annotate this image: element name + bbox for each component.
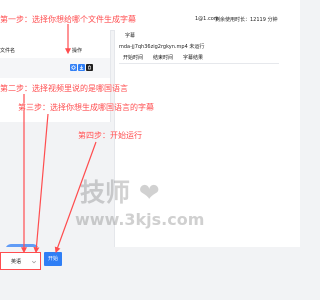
subtitle-tabs: 开始时间 结束时间 字幕结果 [119,53,279,64]
download-icon[interactable] [78,64,85,71]
watermark-url: www.3kjs.com [75,210,205,229]
action-column-header: 操作 [72,48,83,54]
gear-icon[interactable] [70,64,77,71]
tab-subtitle-result[interactable]: 字幕结果 [183,54,203,61]
task-status: mda-jj7qh36zig2rgkyn.mp4 未运行 [119,44,205,50]
tabs-divider [119,63,279,64]
tab-start-time[interactable]: 开始时间 [123,54,143,61]
subtitle-label: 字幕 [125,33,136,39]
chevron-down-icon [31,260,37,264]
remaining-time: 剩余使用时长：12119 分钟 [215,17,278,23]
watermark-logo: 技师 ❤ [80,180,170,208]
step-4-instruction: 第四步：开始运行 [78,131,142,140]
tab-end-time[interactable]: 结束时间 [153,54,173,61]
heart-icon: ❤ [138,178,160,207]
file-column-header: 文件名 [0,48,16,54]
language-select-value: 英语 [11,259,22,265]
subtitle-generator-page: 1@1.com 剩余使用时长：12119 分钟 文件名 操作 字幕 mda-jj… [0,0,300,300]
step-3-instruction: 第三步：选择你想生成哪国语言的字幕 [18,103,154,112]
start-button[interactable]: 开始 [44,252,62,266]
language-select[interactable]: 英语 [0,252,41,270]
step-1-instruction: 第一步：选择你想给哪个文件生成字幕 [0,15,136,24]
watermark-logo-text: 技师 [80,178,131,207]
row-actions [70,64,96,72]
file-table-header: 文件名 操作 [0,44,110,56]
step-3-arrow [33,113,49,254]
trash-icon[interactable] [86,64,93,71]
file-row[interactable] [0,58,110,78]
step-2-instruction: 第二步：选择视频里说的是哪国语言 [0,84,128,93]
